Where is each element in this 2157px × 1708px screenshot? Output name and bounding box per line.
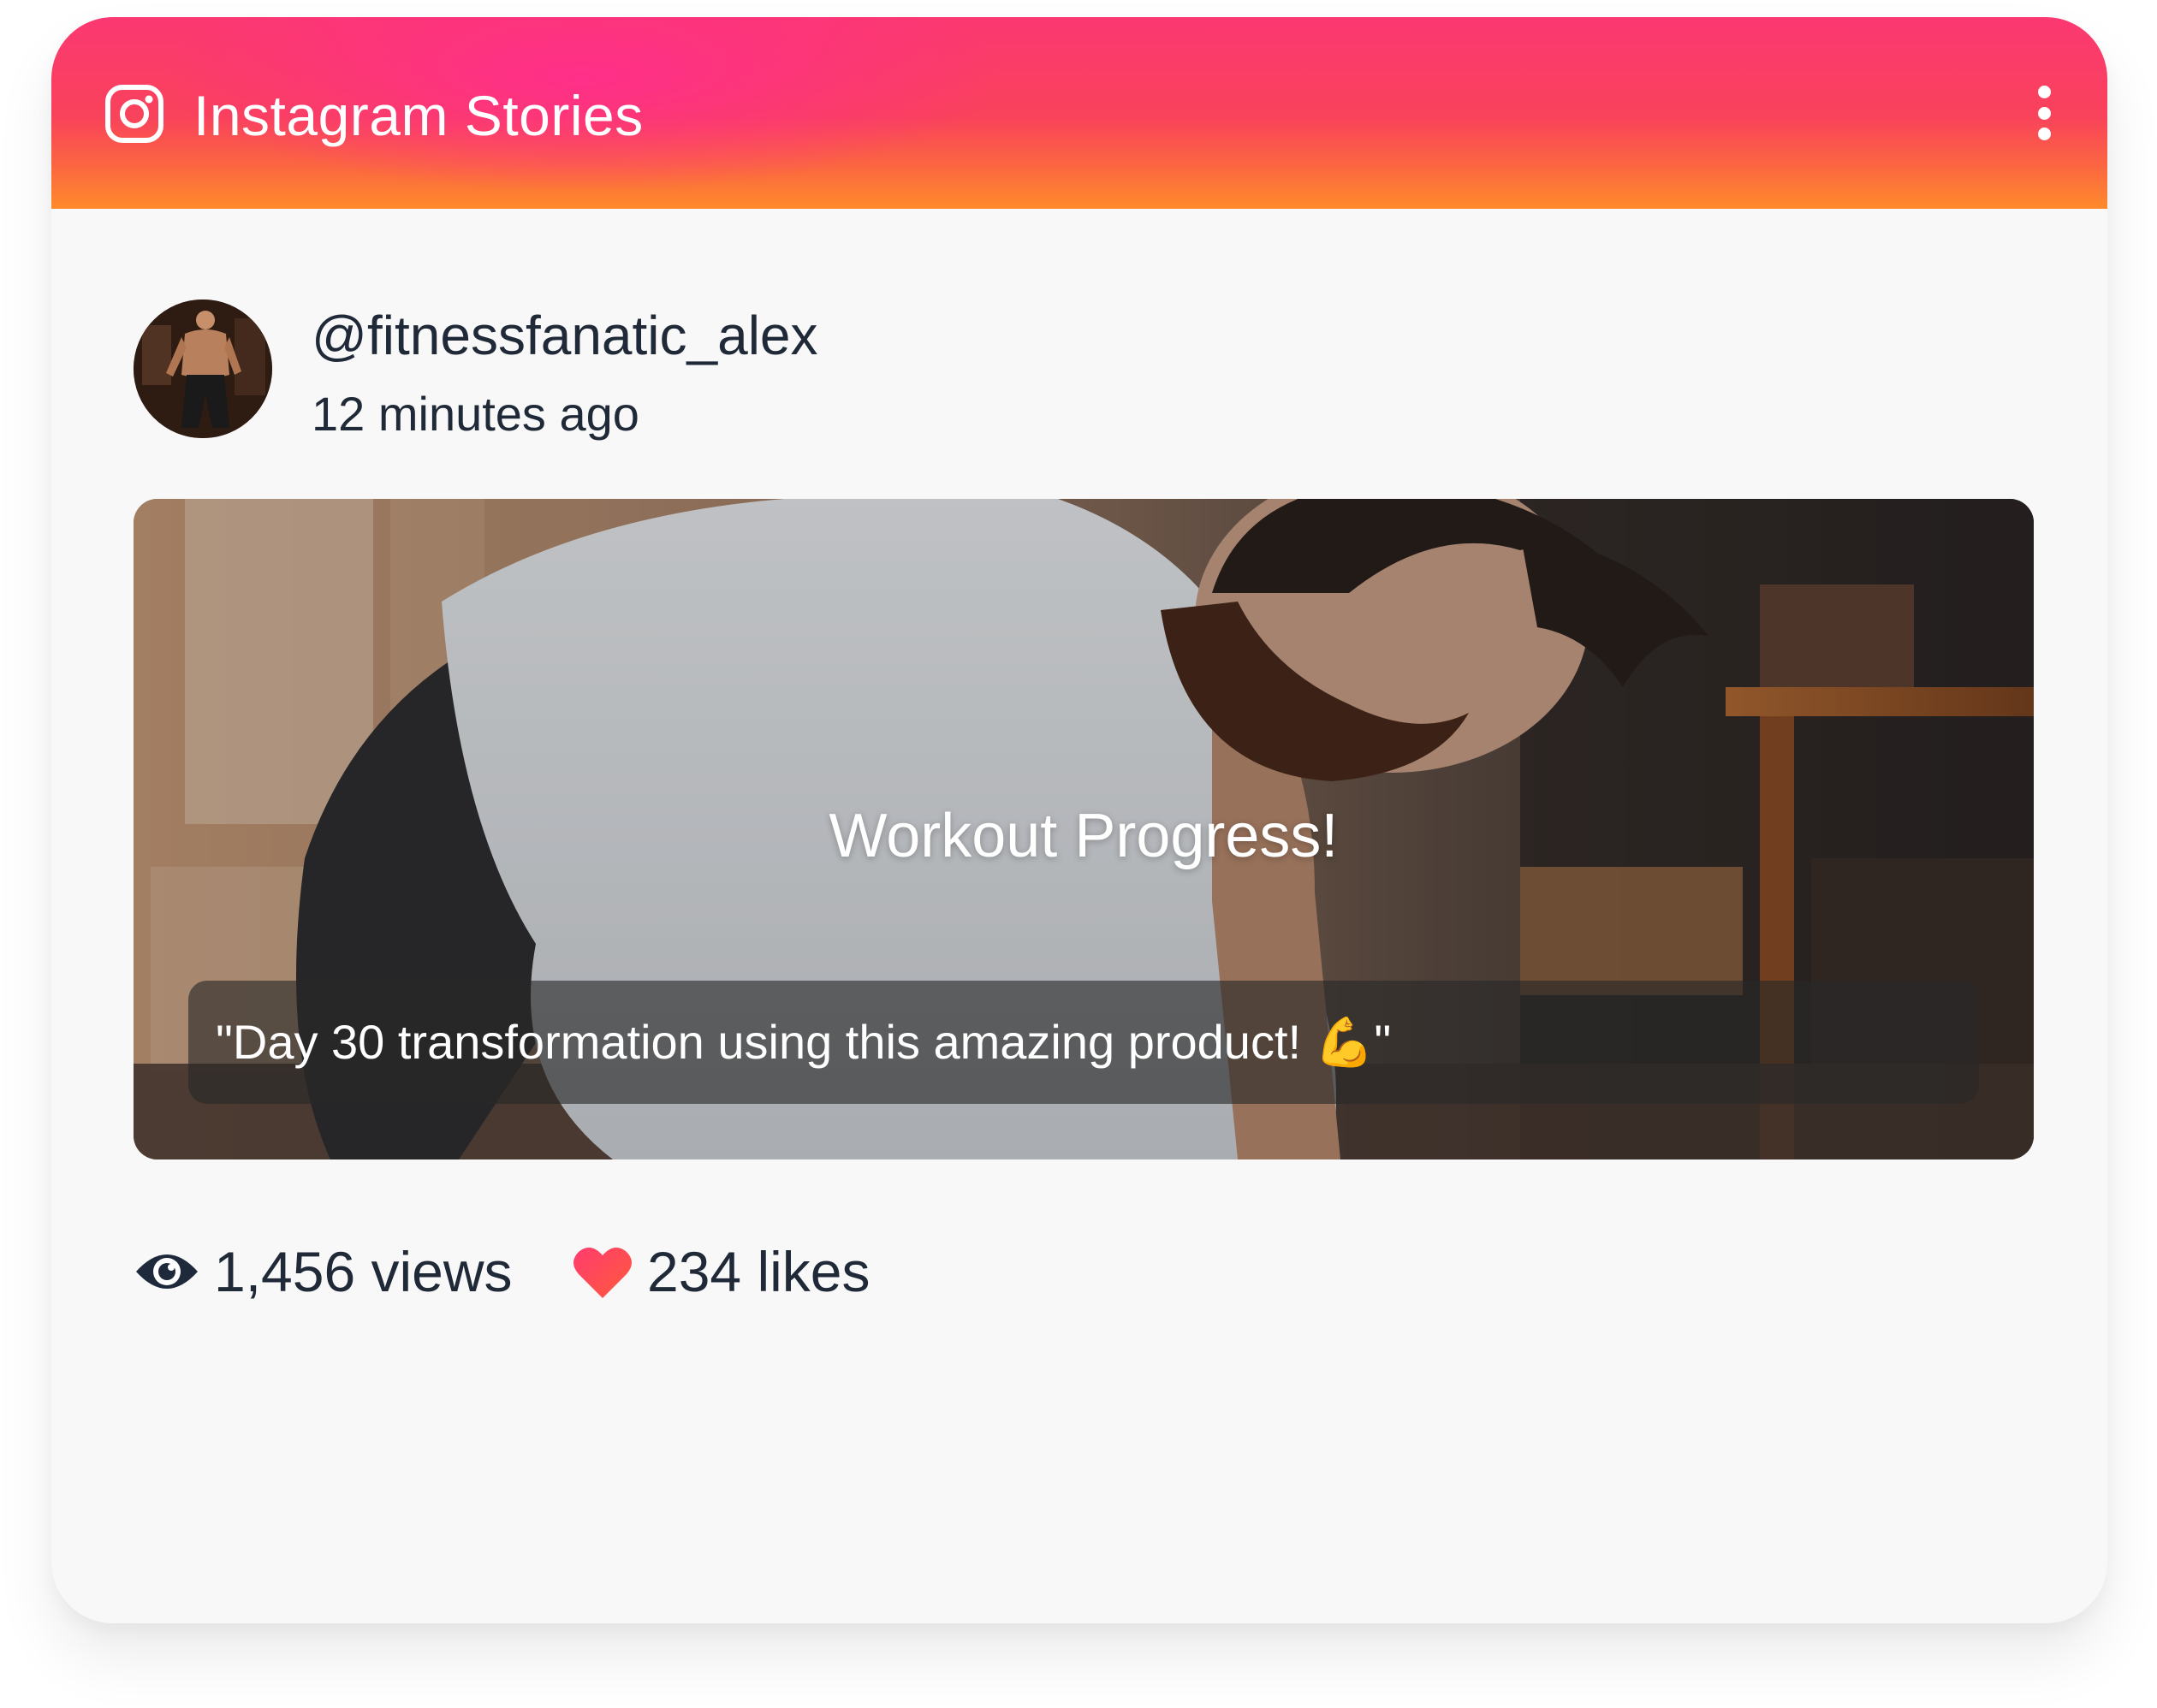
likes-stat[interactable]: 234 likes (572, 1237, 871, 1306)
story-caption: "Day 30 transformation using this amazin… (216, 1015, 1392, 1069)
avatar[interactable] (134, 299, 272, 438)
timestamp: 12 minutes ago (312, 387, 639, 441)
header-bar: Instagram Stories (51, 17, 2107, 209)
story-caption-box: "Day 30 transformation using this amazin… (188, 981, 1979, 1104)
username[interactable]: @fitnessfanatic_alex (312, 308, 818, 363)
avatar-photo (134, 299, 272, 438)
more-options-button[interactable] (2029, 86, 2059, 140)
eye-icon (136, 1254, 198, 1289)
views-stat: 1,456 views (134, 1237, 513, 1306)
story-card: Instagram Stories @fitnessfanatic_alex 1… (51, 17, 2107, 1623)
heart-icon[interactable] (572, 1242, 633, 1302)
more-vertical-icon-dot (2037, 128, 2051, 140)
header-title: Instagram Stories (193, 84, 644, 147)
views-count: 1,456 views (214, 1240, 513, 1303)
more-vertical-icon (2037, 86, 2051, 98)
more-vertical-icon-dot (2037, 106, 2051, 120)
story-image[interactable]: Workout Progress! "Day 30 transformation… (134, 499, 2034, 1159)
instagram-icon (105, 85, 163, 143)
story-title: Workout Progress! (829, 802, 1339, 870)
likes-count: 234 likes (647, 1240, 871, 1303)
